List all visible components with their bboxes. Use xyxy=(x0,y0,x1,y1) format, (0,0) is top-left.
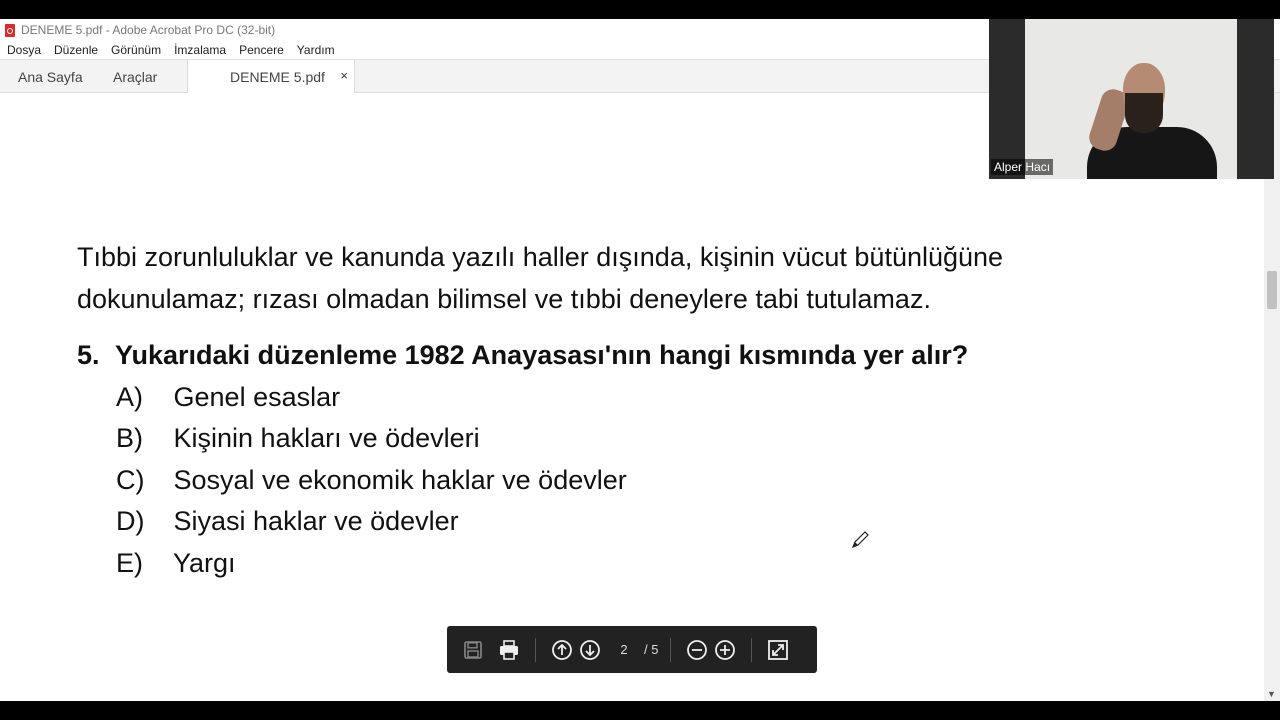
option-label: E) xyxy=(116,548,143,578)
floating-page-toolbar: 2 / 5 xyxy=(447,626,817,673)
menu-duzenle[interactable]: Düzenle xyxy=(47,43,104,57)
fit-page-button[interactable] xyxy=(764,636,792,664)
zoom-out-icon xyxy=(687,639,708,660)
previous-page-button[interactable] xyxy=(548,636,576,664)
print-button[interactable] xyxy=(495,636,523,664)
tab-document[interactable]: DENEME 5.pdf × xyxy=(187,60,355,94)
menu-dosya[interactable]: Dosya xyxy=(0,43,47,57)
close-tab-icon[interactable]: × xyxy=(340,68,348,83)
window-title: DENEME 5.pdf - Adobe Acrobat Pro DC (32-… xyxy=(21,23,276,37)
fit-page-icon xyxy=(768,639,789,660)
option-e: E) Yargı xyxy=(116,548,236,579)
option-text: Siyasi haklar ve ödevler xyxy=(173,506,459,536)
toolbar-divider xyxy=(751,637,753,662)
menu-pencere[interactable]: Pencere xyxy=(232,43,290,57)
menu-imzalama[interactable]: İmzalama xyxy=(167,43,232,57)
option-text: Yargı xyxy=(173,548,236,578)
arrow-down-circle-icon xyxy=(580,639,600,660)
option-b: B) Kişinin hakları ve ödevleri xyxy=(116,423,480,454)
acrobat-window: DENEME 5.pdf - Adobe Acrobat Pro DC (32-… xyxy=(0,19,1280,701)
option-text: Genel esaslar xyxy=(173,382,341,412)
question-paragraph-line-2: dokunulamaz; rızası olmadan bilimsel ve … xyxy=(77,284,931,314)
pdf-page: Tıbbi zorunluluklar ve kanunda yazılı ha… xyxy=(0,93,1264,701)
current-page-input[interactable]: 2 xyxy=(604,642,644,657)
scroll-thumb[interactable] xyxy=(1267,271,1277,309)
option-d: D) Siyasi haklar ve ödevler xyxy=(116,506,459,537)
pdf-app-icon xyxy=(5,23,15,37)
option-label: D) xyxy=(116,506,145,536)
question-text: Yukarıdaki düzenleme 1982 Anayasası'nın … xyxy=(115,340,969,370)
menu-yardim[interactable]: Yardım xyxy=(290,43,341,57)
menu-gorunum[interactable]: Görünüm xyxy=(104,43,167,57)
toolbar-divider xyxy=(535,637,536,662)
option-label: B) xyxy=(116,423,143,453)
video-call-overlay[interactable]: Alper Hacı xyxy=(989,19,1274,179)
scroll-down-icon[interactable]: ▼ xyxy=(1267,689,1276,699)
arrow-up-circle-icon xyxy=(552,639,572,660)
tab-document-label: DENEME 5.pdf xyxy=(230,69,325,85)
toolbar-divider xyxy=(670,637,672,662)
tab-home[interactable]: Ana Sayfa xyxy=(18,60,83,93)
participant-beard xyxy=(1125,93,1163,133)
option-label: C) xyxy=(116,465,145,495)
tab-tools[interactable]: Araçlar xyxy=(113,60,157,93)
option-text: Sosyal ve ekonomik haklar ve ödevler xyxy=(173,465,627,495)
option-a: A) Genel esaslar xyxy=(116,382,340,413)
save-button[interactable] xyxy=(459,636,487,664)
pen-cursor-icon xyxy=(851,531,869,549)
vertical-scrollbar[interactable]: ▲ ▼ xyxy=(1264,93,1280,701)
question-paragraph-line-1: Tıbbi zorunluluklar ve kanunda yazılı ha… xyxy=(77,242,1004,272)
option-c: C) Sosyal ve ekonomik haklar ve ödevler xyxy=(116,465,627,496)
total-pages: / 5 xyxy=(644,642,659,657)
zoom-in-button[interactable] xyxy=(711,636,739,664)
zoom-out-button[interactable] xyxy=(683,636,711,664)
zoom-in-icon xyxy=(715,639,736,660)
participant-name: Alper Hacı xyxy=(991,159,1054,175)
page-indicator: 2 / 5 xyxy=(604,642,658,657)
menu-bar: Dosya Düzenle Görünüm İmzalama Pencere Y… xyxy=(0,41,341,59)
next-page-button[interactable] xyxy=(576,636,604,664)
option-label: A) xyxy=(116,382,143,412)
print-icon xyxy=(500,639,518,660)
participant-video xyxy=(1025,19,1237,179)
question-number: 5. xyxy=(77,340,100,370)
option-text: Kişinin hakları ve ödevleri xyxy=(173,423,480,453)
save-icon xyxy=(464,640,482,659)
